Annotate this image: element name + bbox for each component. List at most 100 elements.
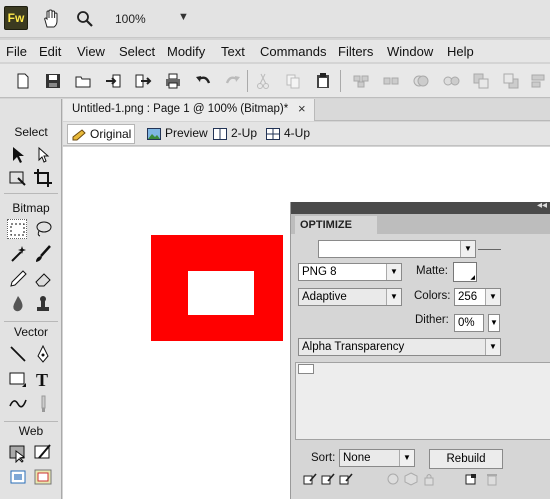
- rubber-stamp-tool-icon[interactable]: [33, 294, 53, 314]
- menu-window[interactable]: Window: [387, 44, 433, 59]
- hotspot-tool-icon[interactable]: [8, 443, 28, 464]
- chevron-down-icon: ▼: [485, 339, 500, 355]
- pencil-tool-icon[interactable]: [8, 269, 28, 289]
- marquee-tool-icon[interactable]: [7, 219, 27, 239]
- cut-icon[interactable]: [254, 72, 272, 90]
- web-snap-icon[interactable]: [321, 472, 335, 486]
- zoom-dropdown-arrow-icon[interactable]: ▼: [178, 11, 189, 23]
- print-icon[interactable]: [164, 72, 182, 90]
- hand-icon[interactable]: [42, 9, 60, 29]
- image-preview-icon: [147, 127, 161, 140]
- menu-filters[interactable]: Filters: [338, 44, 373, 59]
- knife-tool-icon[interactable]: [33, 394, 53, 414]
- hide-slices-icon[interactable]: [8, 467, 28, 487]
- slice-tool-icon[interactable]: [33, 443, 53, 463]
- menu-file[interactable]: File: [6, 44, 27, 59]
- section-divider: [4, 321, 58, 322]
- transparent-color-swatch[interactable]: [298, 364, 314, 374]
- dither-input[interactable]: 0%: [454, 314, 484, 332]
- sort-dropdown[interactable]: None ▼: [339, 449, 415, 467]
- transparency-dropdown[interactable]: Alpha Transparency ▼: [298, 338, 501, 356]
- rebuild-button[interactable]: Rebuild: [429, 449, 503, 469]
- new-color-icon[interactable]: [464, 472, 478, 486]
- open-folder-icon[interactable]: [74, 72, 92, 90]
- subselection-tool-icon[interactable]: [33, 145, 53, 165]
- tab-original-label: Original: [90, 127, 132, 141]
- line-tool-icon[interactable]: [8, 344, 28, 364]
- saved-settings-dropdown[interactable]: ▼: [318, 240, 476, 258]
- menu-commands[interactable]: Commands: [260, 44, 326, 59]
- send-to-back-icon[interactable]: [502, 72, 520, 90]
- join-icon[interactable]: [412, 72, 430, 90]
- undo-icon[interactable]: [194, 72, 212, 90]
- tab-original[interactable]: Original: [67, 124, 135, 144]
- export-icon[interactable]: [134, 72, 152, 90]
- pointer-tool-icon[interactable]: [8, 145, 28, 165]
- tab-optimize[interactable]: OPTIMIZE: [295, 216, 377, 234]
- bring-to-front-icon[interactable]: [472, 72, 490, 90]
- export-format-dropdown[interactable]: PNG 8 ▼: [298, 263, 402, 281]
- trash-icon[interactable]: [485, 472, 499, 486]
- menu-edit[interactable]: Edit: [39, 44, 61, 59]
- close-icon[interactable]: ×: [298, 101, 306, 116]
- show-slices-icon[interactable]: [33, 467, 53, 487]
- new-document-icon[interactable]: [14, 72, 32, 90]
- tab-preview[interactable]: Preview: [143, 124, 208, 144]
- section-divider: [4, 421, 58, 422]
- crop-tool-icon[interactable]: [33, 168, 53, 188]
- lock-icon[interactable]: [422, 472, 436, 486]
- lock-color-icon[interactable]: [339, 472, 353, 486]
- menu-help[interactable]: Help: [447, 44, 474, 59]
- tab-2-up[interactable]: 2-Up: [209, 124, 257, 144]
- dither-dropdown-arrow-icon[interactable]: ▼: [488, 314, 500, 332]
- import-icon[interactable]: [104, 72, 122, 90]
- brush-tool-icon[interactable]: [33, 244, 53, 264]
- save-icon[interactable]: [44, 72, 62, 90]
- menu-modify[interactable]: Modify: [167, 44, 205, 59]
- document-tab[interactable]: Untitled-1.png : Page 1 @ 100% (Bitmap)*…: [63, 99, 315, 121]
- white-inner-rectangle[interactable]: [188, 271, 254, 315]
- split-icon[interactable]: [442, 72, 460, 90]
- menu-bar: File Edit View Select Modify Text Comman…: [0, 40, 550, 62]
- panel-title-bar[interactable]: ◂◂: [291, 200, 550, 214]
- eraser-tool-icon[interactable]: [33, 269, 53, 289]
- align-icon[interactable]: [530, 72, 548, 90]
- app-bar: Fw 100% ▼: [0, 0, 550, 38]
- lasso-tool-icon[interactable]: [33, 219, 53, 239]
- palette-dropdown[interactable]: Adaptive ▼: [298, 288, 402, 306]
- chevron-down-icon: ▼: [485, 289, 500, 305]
- colors-dropdown[interactable]: 256 ▼: [454, 288, 501, 306]
- menu-view[interactable]: View: [77, 44, 105, 59]
- matte-color-swatch[interactable]: ◢: [453, 262, 477, 282]
- toolbar-separator: [340, 70, 341, 92]
- section-divider: [4, 193, 58, 194]
- zoom-icon[interactable]: [76, 10, 94, 28]
- tools-section-web: Web: [18, 424, 44, 438]
- group-icon[interactable]: [352, 72, 370, 90]
- color-table[interactable]: [295, 362, 550, 440]
- text-tool-icon[interactable]: T: [33, 369, 53, 390]
- blur-tool-icon[interactable]: [8, 294, 28, 314]
- menu-select[interactable]: Select: [119, 44, 155, 59]
- add-color-icon[interactable]: [386, 472, 400, 486]
- freeform-tool-icon[interactable]: [8, 394, 28, 414]
- edit-color-icon[interactable]: [303, 472, 317, 486]
- tab-4-up[interactable]: 4-Up: [262, 124, 310, 144]
- scale-tool-icon[interactable]: [8, 168, 28, 188]
- paste-icon[interactable]: [314, 72, 332, 90]
- collapse-panel-icon[interactable]: ◂◂: [537, 200, 547, 211]
- pen-tool-icon[interactable]: [33, 344, 53, 364]
- cube-icon[interactable]: [404, 472, 418, 486]
- sort-label: Sort:: [311, 452, 336, 464]
- four-up-icon: [266, 127, 280, 140]
- copy-icon[interactable]: [284, 72, 302, 90]
- view-mode-bar: Original Preview 2-Up 4-Up: [63, 122, 550, 146]
- menu-text[interactable]: Text: [221, 44, 245, 59]
- zoom-level[interactable]: 100%: [115, 12, 146, 26]
- fireworks-logo: Fw: [4, 6, 28, 30]
- matte-label: Matte:: [416, 265, 448, 277]
- redo-icon[interactable]: [224, 72, 242, 90]
- rectangle-tool-icon[interactable]: [8, 369, 28, 389]
- ungroup-icon[interactable]: [382, 72, 400, 90]
- magic-wand-tool-icon[interactable]: [8, 244, 28, 264]
